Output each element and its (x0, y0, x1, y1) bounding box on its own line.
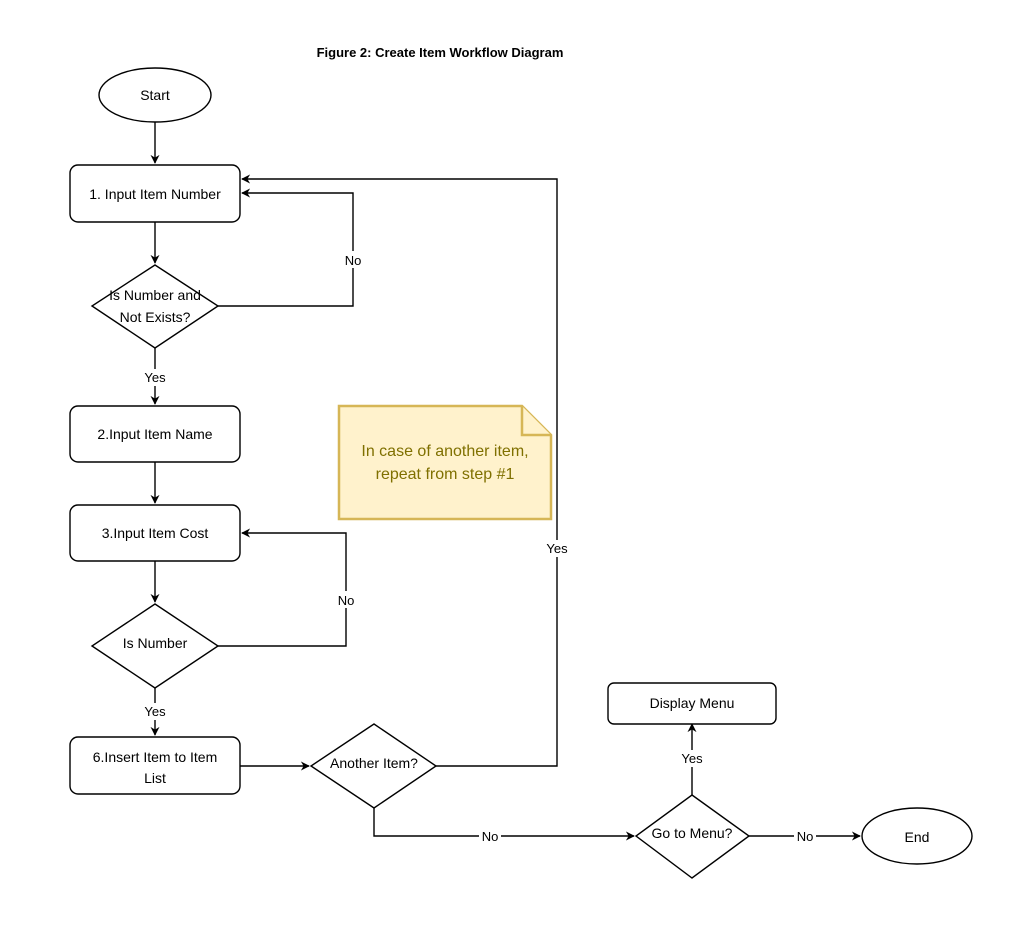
node-label: Go to Menu? (652, 825, 733, 841)
edge-label-no: No (338, 593, 355, 608)
node-start: Start (98, 67, 212, 123)
node-end: End (861, 807, 973, 865)
node-insert-item: 6.Insert Item to Item List (69, 736, 241, 795)
node-label: Start (140, 87, 170, 103)
note-text-line: repeat from step #1 (376, 466, 515, 483)
edge-label-no: No (482, 829, 499, 844)
edge-label-no: No (797, 829, 814, 844)
node-label: Not Exists? (120, 309, 191, 325)
node-input-name: 2.Input Item Name (69, 405, 241, 463)
edge-label-no: No (345, 253, 362, 268)
node-input-cost: 3.Input Item Cost (69, 504, 241, 562)
node-input-number: 1. Input Item Number (69, 164, 241, 223)
node-go-to-menu: Go to Menu? (634, 794, 751, 879)
diagram-title: Figure 2: Create Item Workflow Diagram (317, 45, 564, 60)
node-label: List (144, 770, 166, 786)
node-check-is-number: Is Number (90, 603, 220, 689)
node-label: 2.Input Item Name (97, 426, 212, 442)
node-label: End (905, 829, 930, 845)
node-label: Another Item? (330, 755, 418, 771)
edge-labels: No Yes No Yes Yes No Yes No (142, 251, 816, 845)
edge-another-no-to-menu (373, 808, 635, 841)
sticky-note: In case of another item, repeat from ste… (337, 404, 553, 521)
edge-label-yes: Yes (144, 704, 166, 719)
node-display-menu: Display Menu (607, 682, 777, 725)
workflow-diagram: Figure 2: Create Item Workflow Diagram N… (69, 45, 973, 879)
edge-label-yes: Yes (681, 751, 703, 766)
edge-label-yes: Yes (546, 541, 568, 556)
node-label: Is Number (123, 635, 188, 651)
node-label: Is Number and (109, 287, 201, 303)
note-text-line: In case of another item, (361, 443, 528, 460)
edge-label-yes: Yes (144, 370, 166, 385)
node-label: 1. Input Item Number (89, 186, 221, 202)
node-label: 6.Insert Item to Item (93, 749, 218, 765)
node-another-item: Another Item? (309, 723, 438, 809)
node-check-number-exists: Is Number and Not Exists? (90, 264, 220, 349)
node-label: 3.Input Item Cost (102, 525, 209, 541)
node-label: Display Menu (650, 695, 735, 711)
